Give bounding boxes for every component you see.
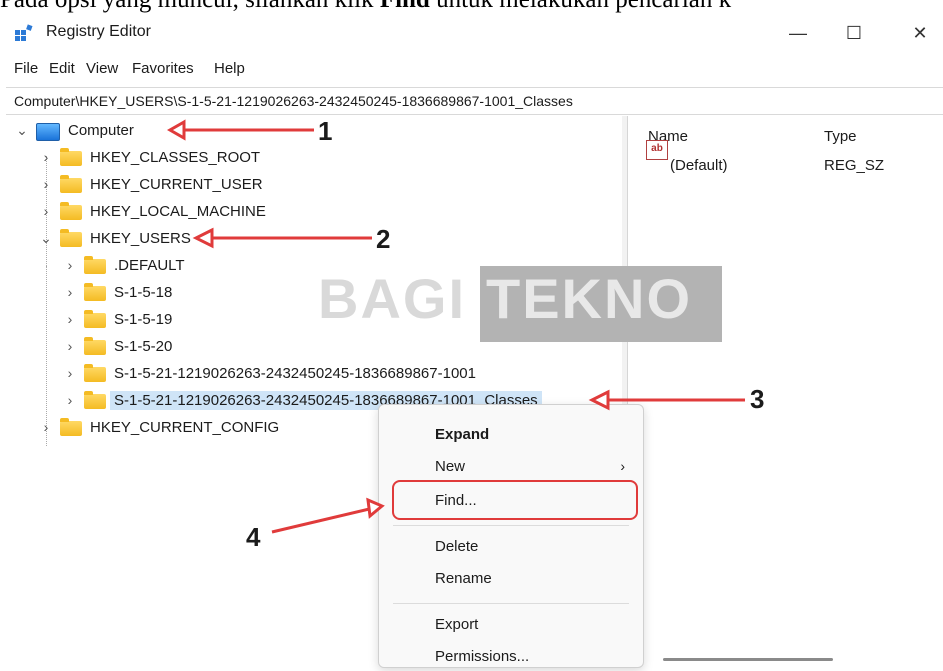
chevron-down-icon[interactable]: ⌄ xyxy=(16,122,28,139)
chevron-down-icon[interactable]: ⌄ xyxy=(40,230,52,247)
folder-icon xyxy=(60,175,82,193)
tree-node-label: S-1-5-18 xyxy=(114,284,173,301)
minimize-button[interactable]: — xyxy=(776,20,820,46)
tree-node-label: .DEFAULT xyxy=(114,257,185,274)
chevron-right-icon[interactable]: › xyxy=(64,392,76,408)
tree-node-label: HKEY_CLASSES_ROOT xyxy=(90,149,261,166)
address-path[interactable]: Computer\HKEY_USERS\S-1-5-21-1219026263-… xyxy=(14,93,573,109)
menu-separator xyxy=(393,525,629,526)
tree-node-label: Computer xyxy=(68,122,134,139)
watermark-right: TEKNO xyxy=(486,267,692,330)
menu-item-rename[interactable]: Rename xyxy=(379,565,643,593)
annotation-number-4: 4 xyxy=(246,522,261,552)
tree-node-label: S-1-5-19 xyxy=(114,311,173,328)
tree-node-label: HKEY_CURRENT_CONFIG xyxy=(90,419,280,436)
chevron-right-icon[interactable]: › xyxy=(64,284,76,300)
menu-item-delete[interactable]: Delete xyxy=(379,533,643,561)
tree-node-label: S-1-5-21-1219026263-2432450245-183668986… xyxy=(114,365,476,382)
folder-icon xyxy=(84,283,106,301)
menu-item-export[interactable]: Export xyxy=(379,611,643,639)
close-button[interactable]: ✕ xyxy=(898,20,942,46)
folder-icon xyxy=(60,229,82,247)
chevron-right-icon[interactable]: › xyxy=(64,311,76,327)
menu-edit[interactable]: Edit xyxy=(49,60,75,77)
values-pane[interactable]: Name Type (Default) REG_SZ xyxy=(628,116,943,666)
chevron-right-icon[interactable]: › xyxy=(40,176,52,192)
tree-node-label: HKEY_LOCAL_MACHINE xyxy=(90,203,266,220)
context-menu: Expand New › Find... Delete Rename Expor… xyxy=(378,404,644,668)
folder-icon xyxy=(60,148,82,166)
menu-help[interactable]: Help xyxy=(214,60,245,77)
value-row-name[interactable]: (Default) xyxy=(670,157,728,174)
tree-node-label: HKEY_CURRENT_USER xyxy=(90,176,263,193)
menu-item-expand[interactable]: Expand xyxy=(379,421,643,449)
menu-separator xyxy=(393,603,629,604)
string-value-icon: ab xyxy=(646,140,668,160)
folder-icon xyxy=(84,364,106,382)
folder-icon xyxy=(60,202,82,220)
chevron-right-icon: › xyxy=(620,458,625,474)
menu-view[interactable]: View xyxy=(86,60,118,77)
menu-item-new[interactable]: New › xyxy=(379,453,643,481)
horizontal-scrollbar[interactable] xyxy=(663,658,833,661)
value-row-type: REG_SZ xyxy=(824,157,885,174)
menu-favorites[interactable]: Favorites xyxy=(132,60,194,77)
registry-editor-icon xyxy=(15,24,33,41)
tree-guide-line xyxy=(46,266,47,416)
chevron-right-icon[interactable]: › xyxy=(40,149,52,165)
address-bar[interactable]: Computer\HKEY_USERS\S-1-5-21-1219026263-… xyxy=(6,87,943,115)
folder-icon xyxy=(60,418,82,436)
folder-icon xyxy=(84,337,106,355)
folder-icon xyxy=(84,256,106,274)
window-title: Registry Editor xyxy=(46,23,151,40)
computer-icon xyxy=(36,123,60,141)
annotation-number-2: 2 xyxy=(376,224,391,254)
folder-icon xyxy=(84,391,106,409)
folder-icon xyxy=(84,310,106,328)
chevron-right-icon[interactable]: › xyxy=(64,338,76,354)
annotation-number-3: 3 xyxy=(750,384,765,414)
menu-file[interactable]: File xyxy=(14,60,38,77)
maximize-button[interactable]: ☐ xyxy=(832,20,876,46)
chevron-right-icon[interactable]: › xyxy=(64,365,76,381)
menu-item-permissions[interactable]: Permissions... xyxy=(379,643,643,671)
chevron-right-icon[interactable]: › xyxy=(40,203,52,219)
annotation-number-1: 1 xyxy=(318,116,333,146)
tree-node-label: S-1-5-20 xyxy=(114,338,173,355)
watermark-left: BAGI xyxy=(318,267,466,330)
caption-text: Pada opsi yang muncul, silahkan klik Fin… xyxy=(0,0,943,16)
chevron-right-icon[interactable]: › xyxy=(40,419,52,435)
chevron-right-icon[interactable]: › xyxy=(64,257,76,273)
title-bar: Registry Editor — ☐ ✕ xyxy=(0,16,943,50)
watermark-right-box: TEKNO xyxy=(480,266,722,342)
find-highlight-box xyxy=(392,480,638,520)
column-header-type[interactable]: Type xyxy=(824,128,857,145)
watermark: BAGI TEKNO xyxy=(318,266,722,342)
tree-node-label: HKEY_USERS xyxy=(90,230,191,247)
